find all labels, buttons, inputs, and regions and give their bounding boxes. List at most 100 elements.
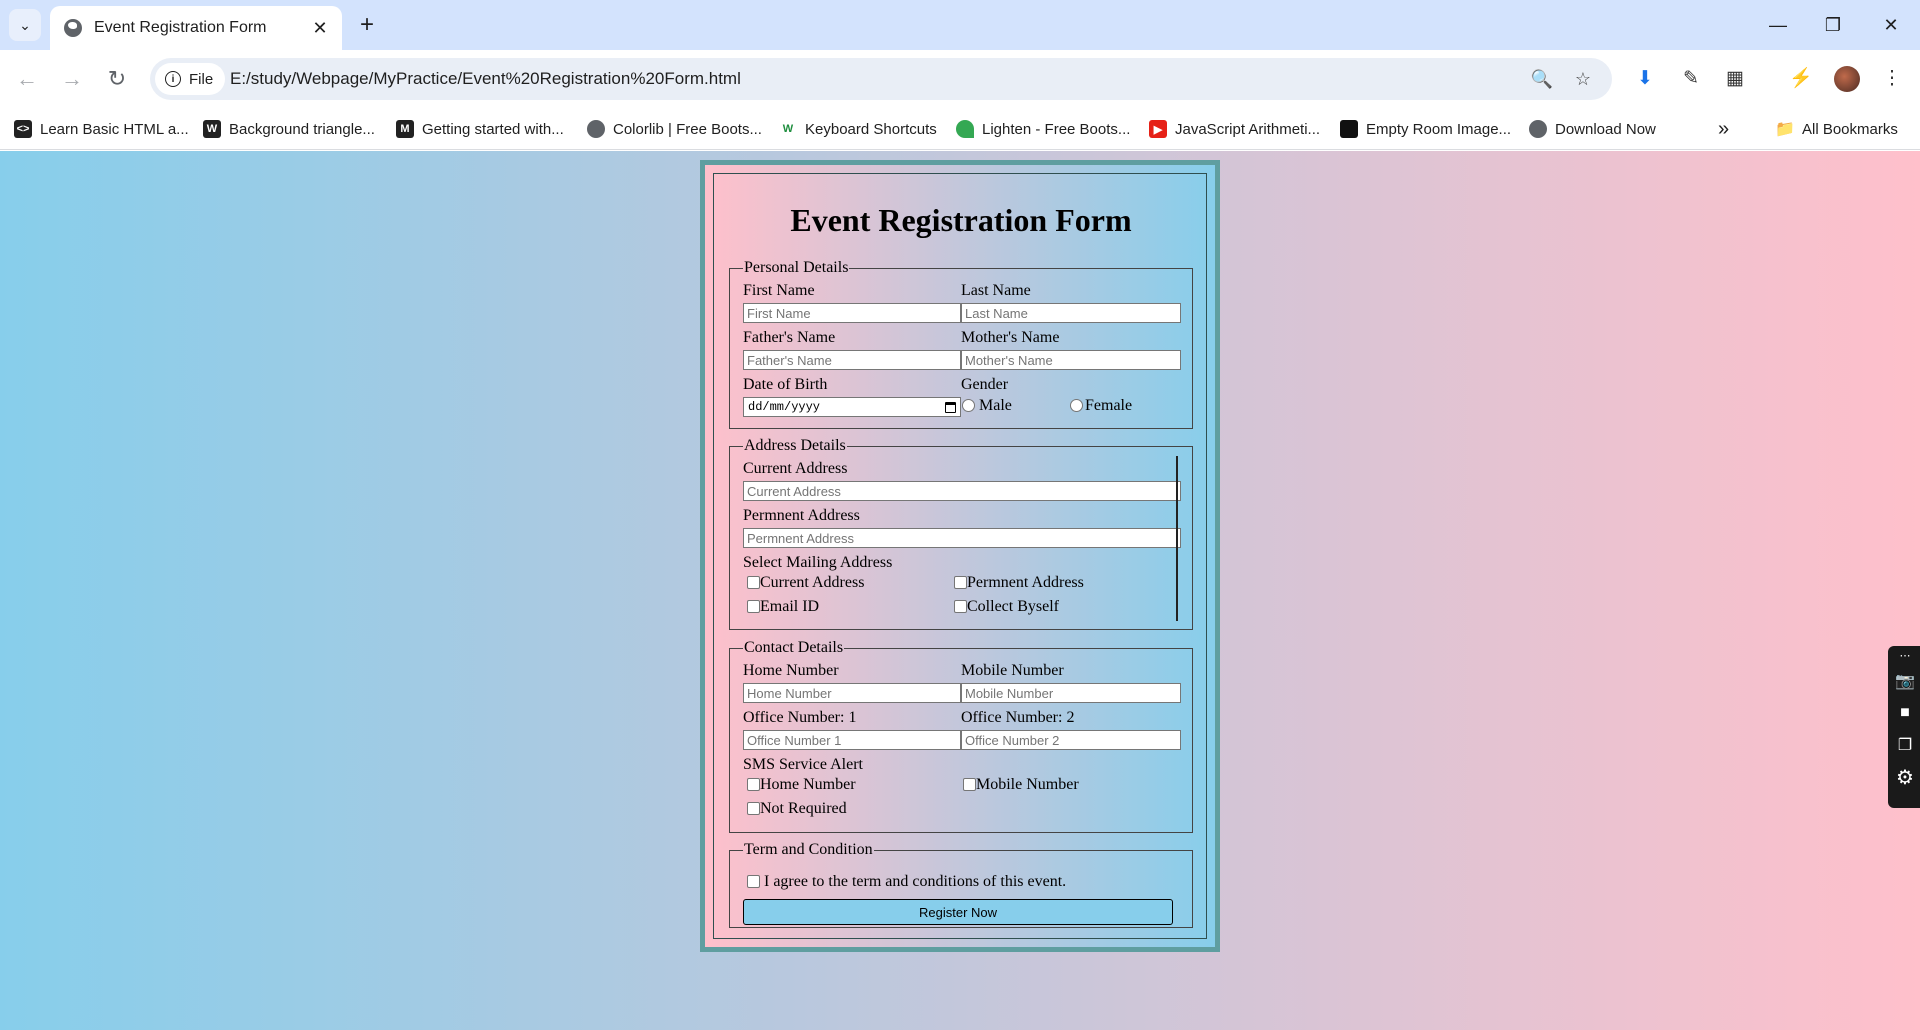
site-info-chip[interactable]: i File [155,63,225,95]
bookmark-item[interactable]: Download Now [1529,117,1656,141]
bookmark-item[interactable]: <> Learn Basic HTML a... [14,117,189,141]
zoom-icon[interactable]: 🔍 [1530,67,1554,91]
personal-details-fieldset: Personal Details First Name Last Name Fa… [729,259,1193,429]
camera-icon[interactable]: 📷 [1894,672,1916,690]
minimize-icon[interactable]: — [1751,0,1805,50]
sms-home-label: Home Number [760,776,856,793]
address-bar[interactable]: i File E:/study/Webpage/MyPractice/Event… [150,58,1612,100]
url-text[interactable]: E:/study/Webpage/MyPractice/Event%20Regi… [230,69,741,89]
mobile-number-label: Mobile Number [961,662,1064,679]
mobile-number-input[interactable] [961,683,1181,703]
dob-value: dd/mm/yyyy [748,400,821,414]
square-logo-icon [1340,120,1358,138]
agree-terms-checkbox[interactable] [747,875,760,888]
dob-date-input[interactable]: dd/mm/yyyy [743,397,961,417]
sms-none-checkbox[interactable] [747,802,760,815]
download-extension-icon[interactable]: ⬇ [1630,63,1660,93]
form-title: Event Registration Form [790,202,1132,238]
last-name-label: Last Name [961,282,1031,299]
terms-fieldset: Term and Condition I agree to the term a… [729,841,1193,928]
restore-icon[interactable]: ❐ [1806,0,1860,50]
gender-label: Gender [961,376,1009,393]
window-close-icon[interactable]: ✕ [1864,0,1918,50]
globe-icon [64,19,82,37]
code-icon: <> [14,120,32,138]
bookmark-item[interactable]: M Getting started with... [396,117,564,141]
last-name-input[interactable] [961,303,1181,323]
site-chip-label: File [189,70,214,88]
leaf-icon [956,120,974,138]
current-address-label: Current Address [743,460,848,477]
bookmark-item[interactable]: ▶ JavaScript Arithmeti... [1149,117,1320,141]
bookmark-star-icon[interactable]: ☆ [1571,67,1595,91]
back-arrow-icon[interactable]: ← [10,62,44,96]
mail-current-checkbox[interactable] [747,576,760,589]
sms-mobile-label: Mobile Number [976,776,1079,793]
forward-arrow-icon[interactable]: → [55,62,89,96]
more-options-icon[interactable]: ⋯ [1894,646,1916,664]
info-icon: i [165,71,181,87]
settings-gear-icon[interactable]: ⚙ [1894,767,1916,789]
mail-collect-checkbox[interactable] [954,600,967,613]
male-radio[interactable] [962,399,975,412]
dob-label: Date of Birth [743,376,828,393]
office2-label: Office Number: 2 [961,709,1075,726]
new-tab-plus-icon[interactable]: + [352,10,382,40]
page-background: Event Registration Form Personal Details… [0,151,1920,1030]
youtube-icon: ▶ [1149,120,1167,138]
menu-kebab-icon[interactable]: ⋮ [1877,63,1907,93]
sms-home-checkbox[interactable] [747,778,760,791]
male-label: Male [979,397,1012,414]
globe-icon [587,120,605,138]
bookmark-item[interactable]: Lighten - Free Boots... [956,117,1130,141]
terms-legend: Term and Condition [744,841,873,858]
calendar-icon[interactable] [945,401,956,413]
registration-form: Event Registration Form Personal Details… [700,160,1220,952]
profile-avatar[interactable] [1834,66,1860,92]
father-name-input[interactable] [743,350,961,370]
mail-email-checkbox[interactable] [747,600,760,613]
mail-permanent-label: Permnent Address [967,574,1084,591]
female-label: Female [1085,397,1133,414]
home-number-input[interactable] [743,683,961,703]
mail-collect-label: Collect Byself [967,598,1059,615]
bookmarks-overflow-icon[interactable]: » [1718,117,1729,141]
permanent-address-label: Permnent Address [743,507,860,524]
window-capture-icon[interactable]: ❐ [1894,736,1916,754]
current-address-input[interactable] [743,481,1181,501]
mother-name-input[interactable] [961,350,1181,370]
address-details-fieldset: Address Details Current Address Permnent… [729,437,1193,630]
permanent-address-input[interactable] [743,528,1181,548]
video-camera-icon[interactable]: ■ [1894,704,1916,722]
register-now-button[interactable]: Register Now [743,899,1173,925]
mailing-address-label: Select Mailing Address [743,554,893,571]
mail-email-label: Email ID [760,598,820,615]
bookmark-item[interactable]: W Keyboard Shortcuts [779,117,937,141]
performance-icon[interactable]: ⚡ [1786,63,1816,93]
close-tab-icon[interactable]: ✕ [310,18,330,39]
bookmark-item[interactable]: Empty Room Image... [1340,117,1511,141]
contact-details-fieldset: Contact Details Home Number Mobile Numbe… [729,639,1193,833]
bookmark-item[interactable]: Colorlib | Free Boots... [587,117,762,141]
active-tab[interactable]: Event Registration Form ✕ [50,6,342,50]
mail-permanent-checkbox[interactable] [954,576,967,589]
first-name-input[interactable] [743,303,961,323]
all-bookmarks[interactable]: 📁 All Bookmarks [1775,117,1898,141]
tab-search-chevron-icon[interactable]: ⌄ [9,9,41,41]
bookmarks-bar: <> Learn Basic HTML a... W Background tria… [0,108,1920,150]
m-logo-icon: M [396,120,414,138]
office2-input[interactable] [961,730,1181,750]
browser-toolbar: ← → ↻ i File E:/study/Webpage/MyPractice… [0,50,1920,108]
home-number-label: Home Number [743,662,839,679]
reload-icon[interactable]: ↻ [100,62,134,96]
first-name-label: First Name [743,282,815,299]
extensions-puzzle-icon[interactable]: ▦ [1720,63,1750,93]
sms-mobile-checkbox[interactable] [963,778,976,791]
female-radio[interactable] [1070,399,1083,412]
bookmark-item[interactable]: W Background triangle... [203,117,375,141]
eyedropper-extension-icon[interactable]: ✎ [1676,63,1706,93]
office1-input[interactable] [743,730,961,750]
folder-icon: 📁 [1775,121,1795,138]
w-green-logo-icon: W [782,123,794,135]
agree-terms-label: I agree to the term and conditions of th… [764,873,1067,890]
